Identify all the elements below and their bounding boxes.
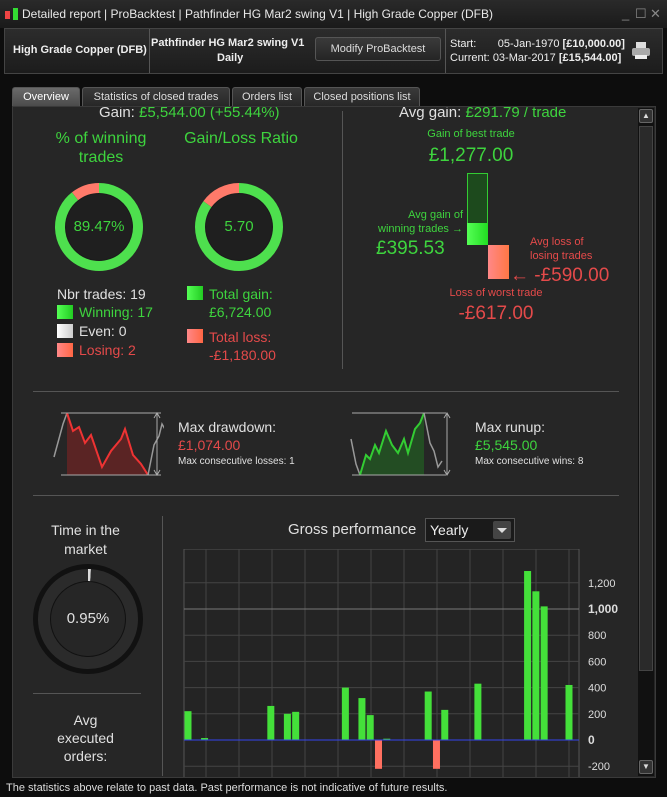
tab-overview[interactable]: Overview	[12, 87, 80, 107]
bar	[267, 705, 275, 740]
total-gain: Total gain: £6,724.00	[209, 286, 273, 320]
tab-closed-positions[interactable]: Closed positions list	[304, 87, 420, 107]
avg-loss-label: Avg loss of losing trades	[530, 236, 593, 262]
time-in-market-title: Time in the market	[51, 522, 120, 557]
system-name: Pathfinder HG Mar2 swing V1	[151, 37, 305, 49]
timeframe: Daily	[217, 52, 244, 64]
bar	[532, 591, 540, 740]
total-loss: Total loss: -£1,180.00	[209, 329, 276, 363]
y-tick-label: 200	[588, 709, 606, 721]
bar	[432, 740, 440, 769]
y-tick-label: 400	[588, 683, 606, 695]
capital-info: Start: 05-Jan-1970 [£10,000.00] Current:…	[450, 38, 625, 64]
gain-summary: Gain: £5,544.00 (+55.44%)	[99, 106, 280, 121]
win-pct-title: % of winning trades	[55, 130, 147, 166]
y-tick-label: 1,200	[588, 578, 616, 590]
avg-loss-value: ← -£590.00	[510, 265, 610, 286]
y-tick-label: 1,000	[588, 602, 618, 616]
app-logo-icon	[5, 8, 18, 20]
scroll-up-icon[interactable]: ▲	[639, 109, 653, 123]
ratio-value: 5.70	[224, 218, 254, 235]
chevron-down-icon[interactable]	[493, 521, 511, 539]
window-title: Detailed report | ProBacktest | Pathfind…	[22, 7, 493, 21]
tab-orders-list[interactable]: Orders list	[232, 87, 302, 107]
bar	[184, 711, 192, 740]
avg-win-label: Avg gain of winning trades →	[378, 209, 463, 235]
y-tick-label: 600	[588, 656, 606, 668]
scroll-down-icon[interactable]: ▼	[639, 760, 653, 774]
instrument-name: High Grade Copper (DFB)	[13, 44, 147, 56]
report-header: High Grade Copper (DFB) Pathfinder HG Ma…	[4, 28, 663, 74]
winning-count: Winning: 17	[79, 304, 153, 320]
best-trade-label: Gain of best trade	[427, 128, 515, 140]
max-consecutive-losses: Max consecutive losses: 1	[178, 456, 295, 467]
modify-probacktest-button[interactable]: Modify ProBacktest	[315, 37, 441, 61]
y-tick-label: -200	[588, 761, 610, 773]
close-icon[interactable]: ✕	[650, 6, 661, 22]
even-count: Even: 0	[79, 323, 127, 339]
minimize-icon[interactable]: _	[622, 6, 629, 21]
gross-performance-chart: 1,200 1,000 800 600 400 200 0 -200	[183, 549, 618, 777]
best-trade-value: £1,277.00	[428, 145, 514, 166]
ratio-title: Gain/Loss Ratio	[184, 130, 298, 147]
bar	[565, 684, 573, 740]
maximize-icon[interactable]: ☐	[635, 6, 647, 22]
bar	[358, 698, 366, 740]
print-icon[interactable]	[630, 41, 652, 61]
bar	[292, 711, 300, 740]
win-pct-value: 89.47%	[73, 218, 125, 235]
max-runup-value: £5,545.00	[475, 437, 538, 453]
max-drawdown-label: Max drawdown:	[178, 419, 277, 435]
max-drawdown-value: £1,074.00	[178, 437, 241, 453]
gross-performance-title: Gross performance	[288, 521, 417, 538]
scrollbar[interactable]: ▲ ▼	[638, 108, 654, 776]
nbr-trades: Nbr trades: 19	[57, 286, 146, 302]
scrollbar-thumb[interactable]	[639, 126, 653, 671]
y-tick-label: 0	[588, 733, 595, 747]
avg-executed-orders-label: Avg executed orders:	[57, 712, 114, 764]
period-select-value: Yearly	[430, 522, 469, 538]
max-runup-label: Max runup:	[475, 419, 546, 435]
title-bar: Detailed report | ProBacktest | Pathfind…	[0, 0, 667, 28]
bar	[540, 606, 548, 740]
bar	[524, 571, 532, 740]
drawdown-sparkline	[53, 412, 164, 476]
bar	[474, 683, 482, 740]
avg-win-value: £395.53	[376, 238, 445, 259]
tab-statistics[interactable]: Statistics of closed trades	[82, 87, 230, 107]
bar	[283, 713, 291, 740]
bar	[441, 709, 449, 740]
period-select[interactable]: Yearly	[425, 518, 515, 542]
bar	[424, 691, 432, 740]
bar	[341, 687, 349, 740]
worst-trade-value: -£617.00	[458, 303, 534, 324]
bar	[375, 740, 382, 769]
time-in-market-value: 0.95%	[66, 610, 110, 627]
avg-gain-summary: Avg gain: £291.79 / trade	[399, 106, 567, 121]
overview-panel: Gain: £5,544.00 (+55.44%) Avg gain: £291…	[12, 106, 656, 778]
losing-count: Losing: 2	[79, 342, 136, 358]
worst-trade-label: Loss of worst trade	[449, 287, 543, 299]
disclaimer: The statistics above relate to past data…	[6, 782, 448, 794]
max-consecutive-wins: Max consecutive wins: 8	[475, 456, 584, 467]
y-tick-label: 800	[588, 630, 606, 642]
bar	[366, 715, 374, 740]
